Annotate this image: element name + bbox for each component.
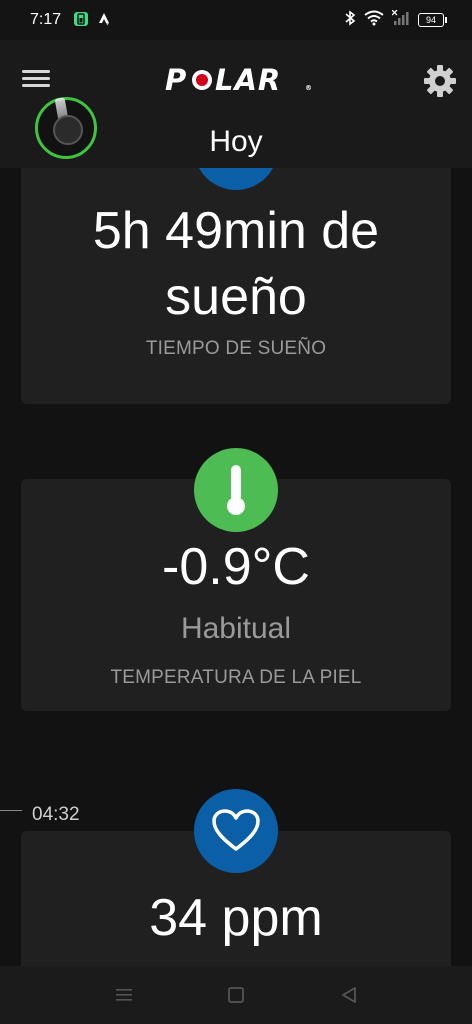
- page-title: Hoy: [209, 125, 263, 158]
- status-right-icons: 94: [344, 9, 447, 29]
- feed-content[interactable]: 5h 49min de sueño TIEMPO DE SUEÑO -0.9°C…: [0, 168, 472, 966]
- sleep-card[interactable]: 5h 49min de sueño TIEMPO DE SUEÑO: [21, 168, 451, 404]
- battery-indicator: 94: [418, 12, 447, 27]
- app-header: P LAR ® POLAR: [0, 40, 472, 168]
- status-bar: 7:17 94: [0, 0, 472, 40]
- bluetooth-icon: [344, 10, 356, 29]
- skin-temp-status: Habitual: [180, 612, 292, 645]
- battery-saver-icon: [73, 11, 89, 32]
- polar-logo: P LAR ® POLAR: [165, 62, 312, 97]
- recent-apps-icon[interactable]: [109, 980, 139, 1010]
- strava-icon: [97, 12, 111, 31]
- gear-icon[interactable]: [423, 64, 457, 98]
- svg-text:®: ®: [305, 84, 311, 92]
- home-icon[interactable]: [221, 980, 251, 1010]
- timeline-divider: [0, 810, 22, 811]
- skin-temp-value: -0.9°C: [162, 538, 310, 596]
- hamburger-menu-icon[interactable]: [20, 66, 52, 94]
- back-icon[interactable]: [334, 980, 364, 1010]
- svg-text:LAR: LAR: [215, 63, 281, 96]
- heart-icon: [194, 789, 278, 873]
- signal-icon: [391, 9, 410, 29]
- wifi-icon: [364, 10, 384, 29]
- skin-temp-label: TEMPERATURA DE LA PIEL: [110, 667, 362, 688]
- thermometer-icon: [194, 448, 278, 532]
- svg-text:P: P: [165, 63, 187, 96]
- logo-mark: P LAR ®: [165, 63, 312, 104]
- status-left-icons: [73, 11, 111, 32]
- sleep-label: TIEMPO DE SUEÑO: [145, 338, 327, 359]
- system-nav-bar: [0, 966, 472, 1024]
- brand-name: POLAR: [165, 104, 166, 105]
- timeline-time: 04:32: [32, 804, 80, 825]
- status-time: 7:17: [30, 11, 62, 28]
- heart-rate-value: 34 ppm: [149, 889, 323, 947]
- sleep-value: 5h 49min de sueño: [92, 202, 380, 326]
